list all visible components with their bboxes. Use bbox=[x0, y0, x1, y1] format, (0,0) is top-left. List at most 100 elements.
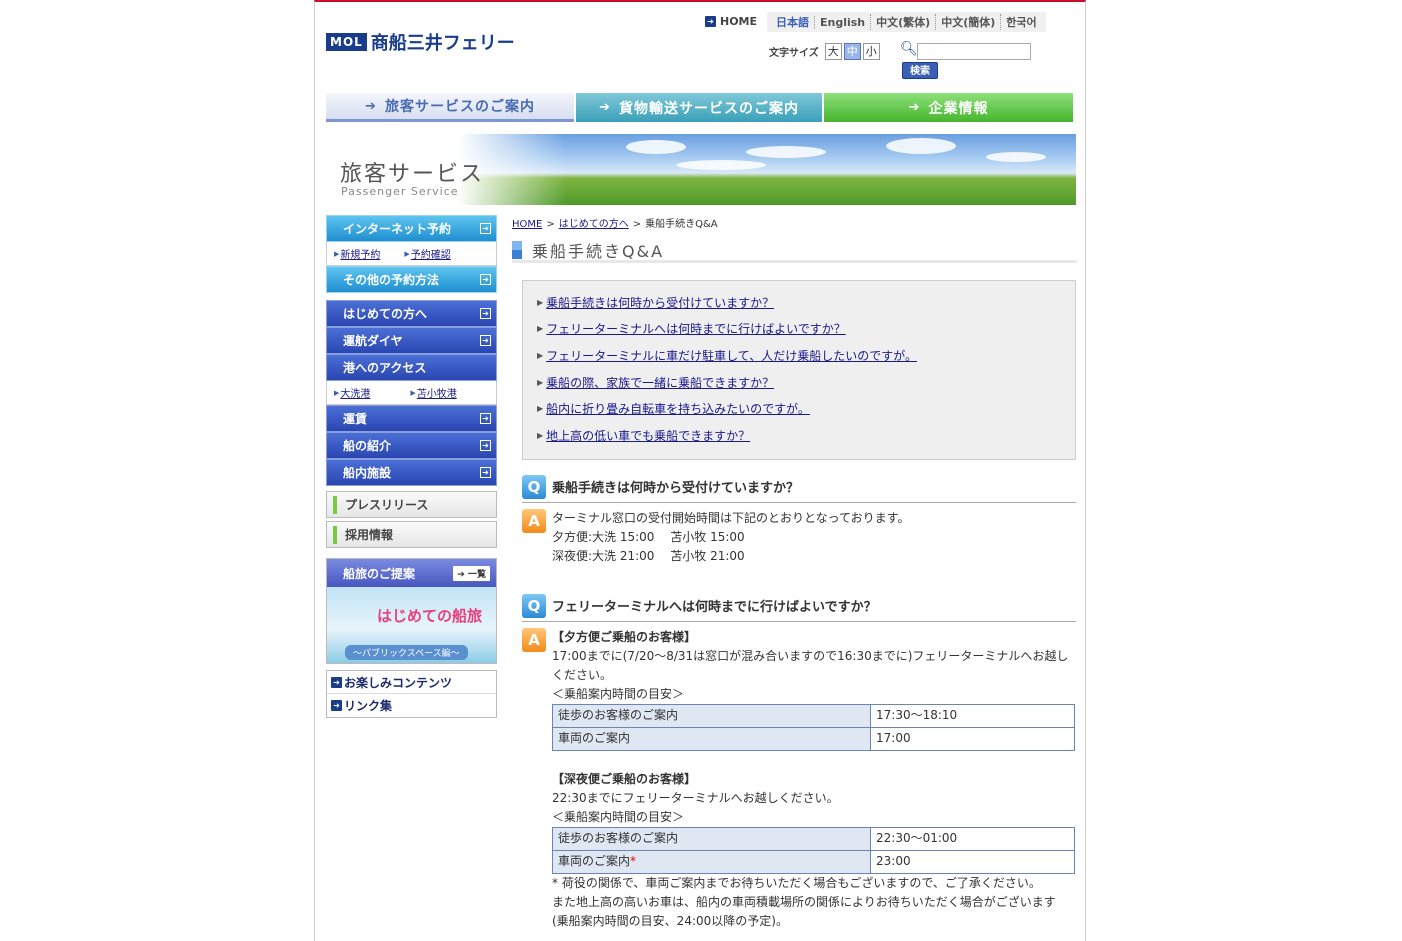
tomakomai-port-link[interactable]: 苫小牧港 bbox=[417, 385, 457, 400]
sidebar-item-press-release[interactable]: プレスリリース bbox=[326, 491, 497, 518]
nav-company-label: 企業情報 bbox=[928, 100, 989, 117]
triangle-right-icon: ▶ bbox=[537, 324, 544, 334]
sidebar-item-facilities[interactable]: 船内施設 ➜ bbox=[326, 459, 497, 486]
guide-heading: ＜乗船案内時間の目安＞ bbox=[552, 686, 685, 701]
breadcrumb-current: 乗船手続きQ&A bbox=[645, 219, 718, 230]
lang-korean[interactable]: 한국어 bbox=[1000, 14, 1041, 30]
asterisk-mark: * bbox=[630, 854, 637, 869]
sidebar-item-label: 運航ダイヤ bbox=[343, 334, 403, 348]
arrow-right-icon: ➜ bbox=[480, 223, 491, 234]
home-link[interactable]: ➜ HOME bbox=[705, 15, 757, 28]
lang-japanese[interactable]: 日本語 bbox=[771, 14, 814, 30]
guide-heading: ＜乗船案内時間の目安＞ bbox=[552, 809, 685, 824]
answer-text: ターミナル窓口の受付開始時間は下記のとおりとなっております。 bbox=[552, 510, 910, 525]
answer-text: 22:30までにフェリーターミナルへお越しください。 bbox=[552, 790, 839, 805]
arrow-right-icon: ➜ bbox=[480, 440, 491, 451]
sidebar-item-schedule[interactable]: 運航ダイヤ ➜ bbox=[326, 327, 497, 354]
nav-cargo-service[interactable]: ➔ 貨物輸送サービスのご案内 bbox=[576, 93, 822, 122]
question-text: フェリーターミナルへは何時までに行けばよいですか？ bbox=[552, 600, 877, 616]
sidebar-item-other-booking[interactable]: その他の予約方法 ➜ bbox=[326, 266, 497, 293]
triangle-right-icon: ▶ bbox=[334, 249, 340, 258]
fun-content-link[interactable]: ➜ お楽しみコンテンツ bbox=[327, 671, 496, 694]
cloud-decoration bbox=[746, 146, 826, 158]
confirm-booking-link[interactable]: 予約確認 bbox=[411, 246, 451, 261]
search-input[interactable] bbox=[917, 43, 1031, 60]
answer-body: 【夕方便ご乗船のお客様】 17:00までに(7/20～8/31は窓口が混み合いま… bbox=[552, 628, 1076, 931]
font-size-small-button[interactable]: 小 bbox=[862, 43, 880, 60]
first-voyage-subtitle: ～パブリックスペース編～ bbox=[345, 645, 468, 660]
nav-cargo-label: 貨物輸送サービスのご案内 bbox=[618, 100, 799, 117]
table-row: 徒歩のお客様のご案内 17:30～18:10 bbox=[552, 703, 1075, 728]
font-size-large-button[interactable]: 大 bbox=[824, 43, 842, 60]
oarai-port-link[interactable]: 大洗港 bbox=[340, 385, 370, 400]
sidebar-item-recruit[interactable]: 採用情報 bbox=[326, 521, 497, 548]
mol-logo[interactable]: MOL 商船三井フェリー bbox=[326, 29, 515, 55]
font-size-medium-button[interactable]: 中 bbox=[843, 43, 861, 60]
fun-content-label: お楽しみコンテンツ bbox=[344, 675, 453, 690]
table-row: 徒歩のお客様のご案内 22:30～01:00 bbox=[552, 826, 1075, 851]
language-bar: 日本語 English 中文(繁体) 中文(簡体) 한국어 bbox=[767, 12, 1046, 32]
triangle-right-icon: ▶ bbox=[537, 430, 544, 440]
sidebar-item-label: その他の予約方法 bbox=[343, 273, 440, 287]
answer-text: 17:00までに(7/20～8/31は窓口が混み合いますので16:30までに)フ… bbox=[552, 648, 1069, 682]
first-voyage-banner[interactable]: はじめての船旅 ～パブリックスペース編～ bbox=[327, 587, 496, 663]
triangle-right-icon: ▶ bbox=[537, 404, 544, 414]
toc-link[interactable]: 乗船手続きは何時から受付けていますか？ bbox=[546, 294, 774, 311]
triangle-right-icon: ▶ bbox=[404, 249, 410, 258]
voyage-proposal-title: 船旅のご提案 bbox=[343, 566, 416, 581]
green-bar-icon bbox=[333, 495, 337, 514]
sidebar-port-sublinks: ▶ 大洗港 ▶ 苫小牧港 bbox=[326, 381, 497, 405]
sidebar-item-ships[interactable]: 船の紹介 ➜ bbox=[326, 432, 497, 459]
toc-link[interactable]: フェリーターミナルに車だけ駐車して、人だけ乗船したいのですが。 bbox=[546, 347, 917, 364]
night-guide-table: 徒歩のお客様のご案内 22:30～01:00 車両のご案内* 23:00 bbox=[552, 826, 1075, 874]
sidebar-item-label: プレスリリース bbox=[345, 498, 429, 512]
nav-company-info[interactable]: ➔ 企業情報 bbox=[824, 93, 1073, 122]
voyage-proposal-header: 船旅のご提案 ➔ 一覧 bbox=[327, 559, 496, 587]
first-voyage-title: はじめての船旅 bbox=[377, 607, 483, 625]
triangle-right-icon: ▶ bbox=[537, 377, 544, 387]
cloud-decoration bbox=[986, 152, 1046, 162]
arrow-right-icon: ➜ bbox=[705, 16, 716, 27]
question-heading: Q フェリーターミナルへは何時までに行けばよいですか？ bbox=[522, 593, 1076, 622]
links-page-link[interactable]: ➜ リンク集 bbox=[327, 694, 496, 717]
sidebar-item-internet-booking[interactable]: インターネット予約 ➜ bbox=[326, 215, 497, 242]
lang-chinese-traditional[interactable]: 中文(繁体) bbox=[870, 14, 935, 30]
lang-english[interactable]: English bbox=[814, 15, 870, 29]
toc-link[interactable]: 乗船の際、家族で一緒に乗船できますか？ bbox=[546, 374, 774, 391]
nav-passenger-label: 旅客サービスのご案内 bbox=[384, 99, 535, 115]
table-cell-value: 17:30～18:10 bbox=[870, 703, 1075, 728]
sidebar-item-access[interactable]: 港へのアクセス bbox=[326, 354, 497, 381]
breadcrumb-home[interactable]: HOME bbox=[512, 219, 542, 230]
toc-link[interactable]: 地上高の低い車でも乗船できますか？ bbox=[546, 427, 750, 444]
arrow-right-icon: ➜ bbox=[480, 467, 491, 478]
triangle-right-icon: ▶ bbox=[334, 388, 340, 397]
new-booking-link[interactable]: 新規予約 bbox=[340, 246, 380, 261]
toc-item: ▶ フェリーターミナルへは何時までに行けばよいですか？ bbox=[537, 316, 1061, 343]
sidebar: インターネット予約 ➜ ▶ 新規予約 ▶ 予約確認 その他の予約方法 ➜ はじめての… bbox=[326, 215, 497, 718]
answer-block: A ターミナル窓口の受付開始時間は下記のとおりとなっております。 夕方便:大洗 … bbox=[522, 508, 1076, 566]
sidebar-item-fare[interactable]: 運賃 ➜ bbox=[326, 405, 497, 432]
nav-passenger-service[interactable]: ➔ 旅客サービスのご案内 bbox=[326, 93, 574, 122]
table-row: 車両のご案内 17:00 bbox=[552, 726, 1075, 751]
links-label: リンク集 bbox=[344, 699, 393, 713]
page: MOL 商船三井フェリー ➜ HOME 日本語 English 中文(繁体) 中… bbox=[314, 0, 1086, 941]
toc-item: ▶ 船内に折り畳み自転車を持ち込みたいのですが。 bbox=[537, 395, 1061, 422]
evening-heading: 【夕方便ご乗船のお客様】 bbox=[552, 629, 697, 644]
toc-link[interactable]: 船内に折り畳み自転車を持ち込みたいのですが。 bbox=[546, 400, 810, 417]
logo-text: 商船三井フェリー bbox=[370, 33, 515, 54]
proposal-list-button[interactable]: ➔ 一覧 bbox=[453, 565, 490, 581]
page-title-text: 乗船手続きQ&A bbox=[532, 242, 665, 261]
search-button[interactable]: 検索 bbox=[902, 62, 938, 79]
table-row: 車両のご案内* 23:00 bbox=[552, 849, 1075, 874]
arrow-right-icon: ➜ bbox=[480, 274, 491, 285]
arrow-right-icon: ➜ bbox=[331, 700, 342, 711]
font-size-label: 文字サイズ bbox=[769, 48, 819, 59]
lang-chinese-simplified[interactable]: 中文(簡体) bbox=[935, 14, 1000, 30]
toc-link[interactable]: フェリーターミナルへは何時までに行けばよいですか？ bbox=[546, 320, 846, 337]
breadcrumb-first-time[interactable]: はじめての方へ bbox=[559, 219, 629, 230]
sidebar-item-first-time[interactable]: はじめての方へ ➜ bbox=[326, 300, 497, 327]
night-heading: 【深夜便ご乗船のお客様】 bbox=[552, 771, 697, 786]
table-cell-value: 17:00 bbox=[870, 726, 1075, 751]
toc-item: ▶ フェリーターミナルに車だけ駐車して、人だけ乗船したいのですが。 bbox=[537, 342, 1061, 369]
answer-icon: A bbox=[522, 627, 546, 652]
